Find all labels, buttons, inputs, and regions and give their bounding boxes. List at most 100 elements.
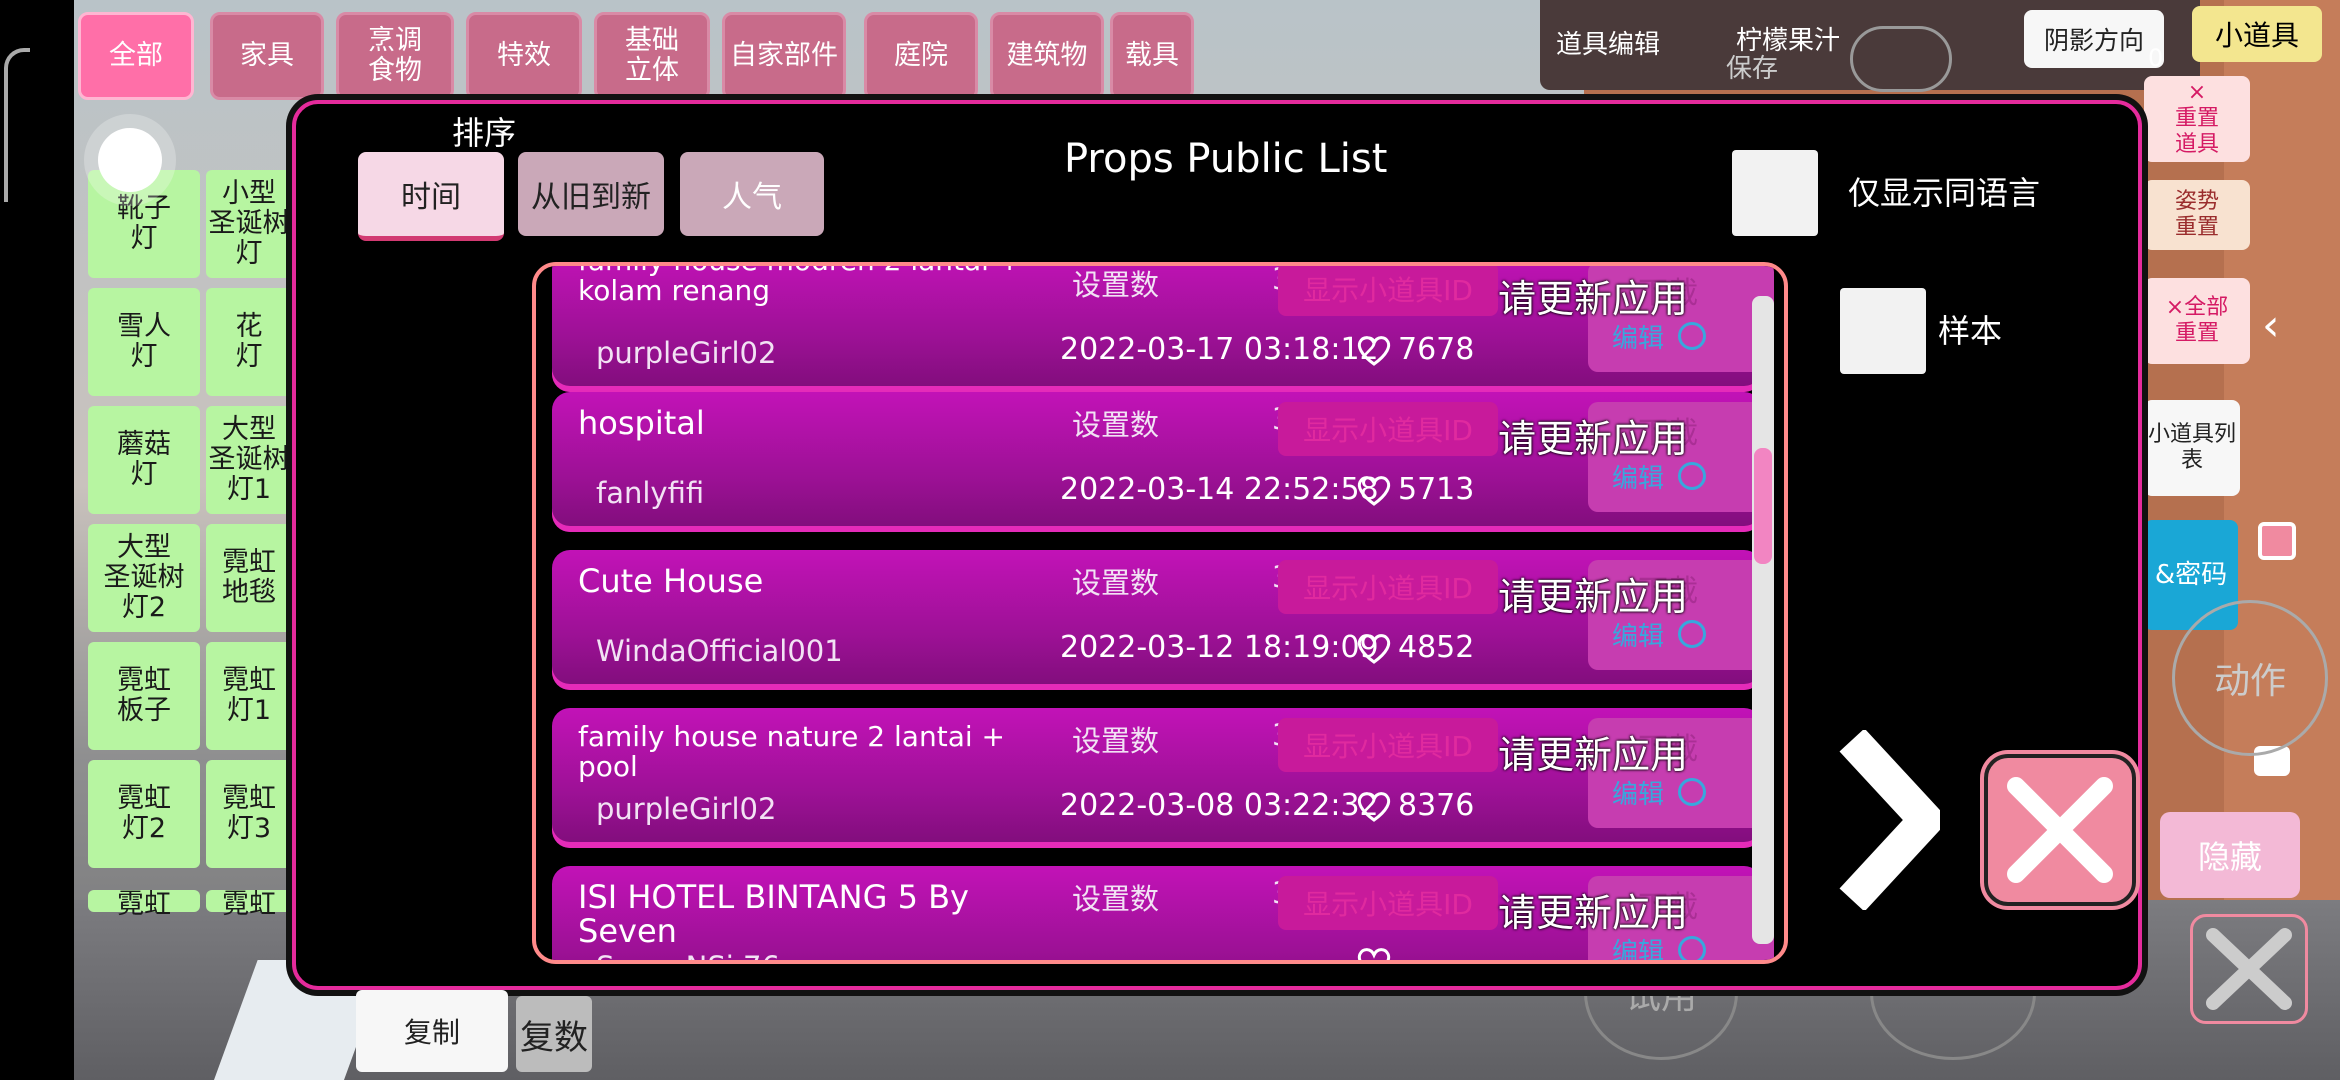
category-tab[interactable]: 全部 (78, 12, 194, 100)
small-props-button[interactable]: 小道具 (2192, 6, 2322, 62)
prop-list-item[interactable]: Cute HouseWindaOfficial001设置数320显示小道具ID下… (552, 550, 1774, 690)
item-user: WindaOfficial001 (596, 634, 843, 668)
category-tab[interactable]: 基础 立体 (594, 12, 710, 100)
sort-old-to-new-label: 从旧到新 (531, 180, 651, 215)
show-prop-id-label: 显示小道具ID (1303, 414, 1473, 447)
sort-time-label: 时间 (401, 180, 461, 215)
item-user: purpleGirl02 (596, 336, 777, 370)
item-name: family house modren 2 lantai + kolam ren… (578, 266, 1021, 307)
collapse-arrow-icon[interactable]: ‹ (2262, 300, 2280, 351)
joystick-knob[interactable] (98, 128, 162, 192)
camera-icon[interactable] (1850, 26, 1952, 92)
category-tab[interactable]: 庭院 (864, 12, 978, 100)
pose-reset-label: 姿势 重置 (2174, 189, 2219, 240)
edit-label[interactable]: 编辑 (1612, 458, 1664, 495)
edit-label[interactable]: 编辑 (1612, 318, 1664, 355)
category-tab[interactable]: 家具 (210, 12, 324, 100)
sort-old-to-new-button[interactable]: 从旧到新 (518, 152, 664, 236)
item-cell[interactable]: 霓虹 板子 (88, 642, 200, 750)
shadow-direction-button[interactable]: 阴影方向 (2024, 10, 2164, 68)
save-button[interactable]: 保存 (1726, 48, 1778, 85)
item-name: family house nature 2 lantai + pool (578, 720, 1005, 783)
item-cell[interactable]: 霓虹 (206, 890, 292, 920)
action-button[interactable]: 动作 (2172, 600, 2328, 756)
edit-circle-icon (1678, 620, 1706, 648)
update-app-notice: 请更新应用 (1498, 733, 1689, 777)
item-count-label: 设置数 (1072, 268, 1160, 302)
item-cell[interactable]: 小型 圣诞树 灯 (206, 170, 292, 278)
item-cell[interactable]: 花 灯 (206, 288, 292, 396)
heart-icon (1357, 791, 1391, 822)
item-cell[interactable]: 霓虹 地毯 (206, 524, 292, 632)
same-language-label: 仅显示同语言 (1848, 174, 2041, 212)
category-tab[interactable]: 载具 (1110, 12, 1194, 100)
item-cell[interactable]: 霓虹 灯1 (206, 642, 292, 750)
scrollbar-thumb[interactable] (1754, 448, 1772, 564)
item-likes: 8376 (1356, 788, 1474, 823)
hide-label: 隐藏 (2197, 838, 2262, 876)
props-list[interactable]: family house modren 2 lantai + kolam ren… (532, 262, 1788, 964)
prop-list-item[interactable]: family house modren 2 lantai + kolam ren… (552, 266, 1774, 392)
item-likes: 7678 (1356, 332, 1474, 367)
sort-time-button[interactable]: 时间 (358, 152, 504, 241)
item-cell[interactable]: 大型 圣诞树 灯2 (88, 524, 200, 632)
edit-circle-icon (1678, 462, 1706, 490)
sample-checkbox[interactable] (1840, 288, 1926, 374)
item-likes (1356, 946, 1398, 960)
item-user: fanlyfifi (596, 476, 705, 510)
show-prop-id-button[interactable]: 显示小道具ID (1278, 402, 1498, 456)
item-date: 2022-03-12 18:19:09 (1060, 630, 1379, 665)
item-name: Cute House (578, 562, 764, 600)
password-label: &密码 (2154, 560, 2228, 590)
hide-button[interactable]: 隐藏 (2160, 812, 2300, 898)
category-tab[interactable]: 特效 (466, 12, 582, 100)
same-language-checkbox[interactable] (1732, 150, 1818, 236)
item-cell[interactable]: 霓虹 灯3 (206, 760, 292, 868)
next-page-arrow-icon[interactable] (1830, 728, 1950, 914)
sort-popularity-button[interactable]: 人气 (680, 152, 824, 236)
item-cell[interactable]: 蘑菇 灯 (88, 406, 200, 514)
sort-popularity-label: 人气 (722, 180, 782, 215)
show-prop-id-button[interactable]: 显示小道具ID (1278, 560, 1498, 614)
show-prop-id-button[interactable]: 显示小道具ID (1278, 718, 1498, 772)
heart-icon (1357, 948, 1391, 960)
action-label: 动作 (2213, 661, 2286, 702)
close-dialog-button[interactable] (1984, 754, 2136, 906)
item-cell[interactable]: 霓虹 (88, 890, 200, 920)
pose-reset-button[interactable]: 姿势 重置 (2144, 180, 2250, 250)
prop-list-item[interactable]: ISI HOTEL BINTANG 5 By SevenSevenNSi 76 设… (552, 866, 1774, 960)
show-prop-id-button[interactable]: 显示小道具ID (1278, 876, 1498, 930)
item-count-label: 设置数 (1072, 408, 1160, 442)
edit-label[interactable]: 编辑 (1612, 616, 1664, 653)
category-tab[interactable]: 建筑物 (990, 12, 1104, 100)
multi-copy-button[interactable]: 复数 (516, 996, 592, 1072)
prop-list-item[interactable]: hospitalfanlyfifi设置数320显示小道具ID下载编辑请更新应用2… (552, 392, 1774, 532)
edit-circle-icon (1678, 322, 1706, 350)
show-prop-id-button[interactable]: 显示小道具ID (1278, 266, 1498, 316)
show-prop-id-label: 显示小道具ID (1303, 888, 1473, 921)
item-count-label: 设置数 (1072, 882, 1160, 916)
sort-label: 排序 (452, 114, 517, 152)
edit-label[interactable]: 编辑 (1612, 774, 1664, 811)
item-date: 2022-03-17 03:18:12 (1060, 332, 1379, 367)
edge-swipe-handle[interactable] (4, 48, 30, 202)
reset-props-label: × 重置 道具 (2174, 80, 2219, 157)
props-list-button[interactable]: 小道具列 表 (2144, 400, 2240, 496)
update-app-notice: 请更新应用 (1498, 575, 1689, 619)
reset-props-button[interactable]: × 重置 道具 (2144, 76, 2250, 162)
category-tab[interactable]: 烹调 食物 (336, 12, 454, 100)
copy-label: 复制 (403, 1016, 460, 1049)
copy-button[interactable]: 复制 (356, 990, 508, 1072)
item-cell[interactable]: 雪人 灯 (88, 288, 200, 396)
item-cell[interactable]: 霓虹 灯2 (88, 760, 200, 868)
all-reset-button[interactable]: ×全部 重置 (2144, 278, 2250, 364)
heart-icon (1357, 475, 1391, 506)
all-reset-label: ×全部 重置 (2165, 295, 2229, 346)
item-cell[interactable]: 大型 圣诞树 灯1 (206, 406, 292, 514)
category-tab[interactable]: 自家部件 (722, 12, 846, 100)
update-app-notice: 请更新应用 (1498, 277, 1689, 321)
stop-icon[interactable] (2258, 522, 2296, 560)
secondary-close-icon[interactable] (2190, 914, 2308, 1024)
prop-list-item[interactable]: family house nature 2 lantai + pool purpl… (552, 708, 1774, 848)
scrollbar-track[interactable] (1752, 296, 1774, 944)
